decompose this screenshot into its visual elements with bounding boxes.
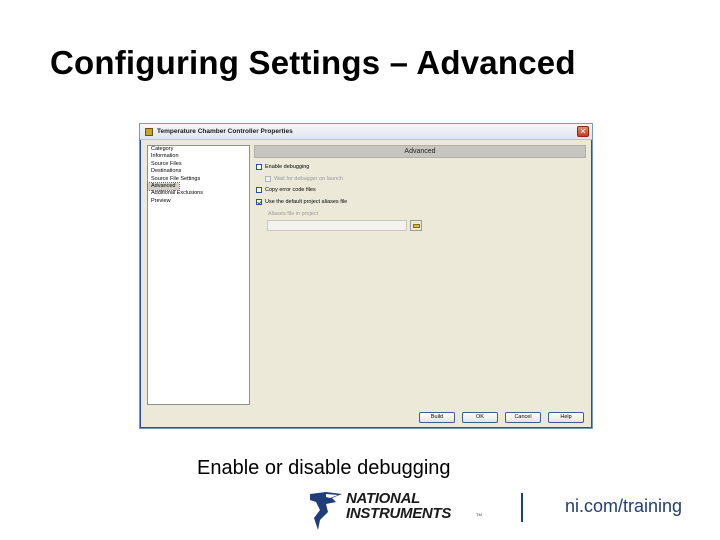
option-wait-for-debugger[interactable]: Wait for debugger on launch <box>265 176 343 182</box>
copy-error-code-checkbox[interactable] <box>256 187 262 193</box>
cancel-button[interactable]: Cancel <box>505 412 541 423</box>
category-header: Category <box>151 146 174 152</box>
category-item-source-file-settings[interactable]: Source File Settings <box>148 176 249 183</box>
section-header: Advanced <box>254 145 586 158</box>
app-icon <box>145 127 153 136</box>
category-item-source-files[interactable]: Source Files <box>148 161 249 168</box>
slide-title: Configuring Settings – Advanced <box>50 44 576 81</box>
slide-caption: Enable or disable debugging <box>197 457 451 479</box>
help-button[interactable]: Help <box>548 412 584 423</box>
footer-link[interactable]: ni.com/training <box>565 496 682 517</box>
ok-button[interactable]: OK <box>462 412 498 423</box>
wait-for-debugger-label: Wait for debugger on launch <box>274 176 343 182</box>
category-item-destinations[interactable]: Destinations <box>148 168 249 175</box>
browse-button[interactable] <box>410 220 422 231</box>
ni-eagle-icon <box>310 492 342 530</box>
category-item-advanced[interactable]: Advanced <box>147 181 180 192</box>
category-list[interactable]: Category Information Source Files Destin… <box>147 145 250 405</box>
logo-trademark: TM <box>476 512 482 517</box>
category-item-information[interactable]: Information <box>148 153 249 160</box>
aliases-file-input[interactable] <box>267 220 407 231</box>
enable-debugging-checkbox[interactable] <box>256 164 262 170</box>
dialog-titlebar[interactable]: Temperature Chamber Controller Propertie… <box>140 124 592 140</box>
wait-for-debugger-checkbox[interactable] <box>265 176 271 182</box>
enable-debugging-label: Enable debugging <box>265 164 310 170</box>
footer-divider <box>521 493 523 522</box>
category-item-preview[interactable]: Preview <box>148 198 249 205</box>
option-copy-error-code[interactable]: Copy error code files <box>256 187 316 193</box>
close-icon[interactable]: ✕ <box>577 126 589 137</box>
ni-logo: NATIONAL INSTRUMENTS TM <box>308 490 484 532</box>
build-button[interactable]: Build <box>419 412 455 423</box>
option-enable-debugging[interactable]: Enable debugging <box>256 164 309 170</box>
use-default-aliases-checkbox[interactable] <box>256 199 262 205</box>
option-use-default-aliases[interactable]: Use the default project aliases file <box>256 199 347 205</box>
category-item-additional-exclusions[interactable]: Additional Exclusions <box>148 190 249 197</box>
aliases-file-label: Aliases file in project <box>268 211 319 217</box>
copy-error-code-label: Copy error code files <box>265 187 316 193</box>
dialog-title: Temperature Chamber Controller Propertie… <box>157 128 293 135</box>
properties-dialog: Temperature Chamber Controller Propertie… <box>139 123 593 429</box>
folder-icon <box>413 224 420 228</box>
logo-line-instruments: INSTRUMENTS <box>346 505 452 522</box>
use-default-aliases-label: Use the default project aliases file <box>265 199 348 205</box>
